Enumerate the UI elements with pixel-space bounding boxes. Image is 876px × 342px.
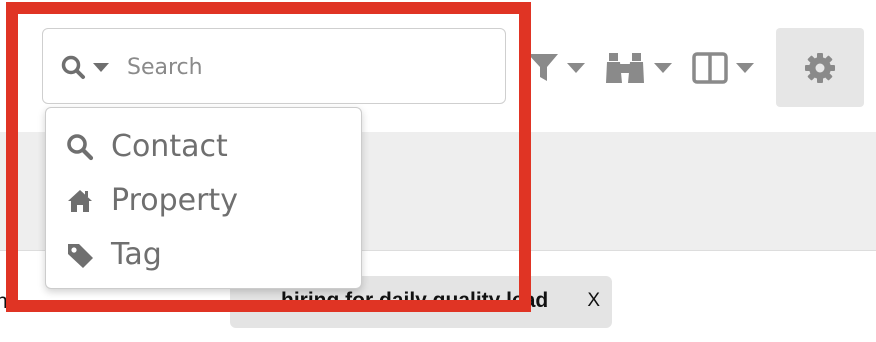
find-button[interactable] [606,50,676,86]
search-icon [61,55,109,79]
menu-item-property[interactable]: Property [46,175,361,225]
search-box [42,28,506,104]
tag-icon [66,241,96,269]
tag-chip-label: …hiring for daily quality lead [260,289,549,312]
caret-down-icon [93,63,109,72]
menu-item-label: Contact [111,129,228,164]
home-icon [66,187,96,215]
page: Contact Property Tag [0,0,876,342]
columns-icon [692,52,754,84]
search-mode-toggle[interactable] [61,55,115,81]
menu-item-contact[interactable]: Contact [46,121,361,171]
tag-chip-close-button[interactable]: X [587,290,600,312]
binoculars-icon [606,53,672,83]
gear-icon [805,53,835,83]
filter-icon [528,54,585,81]
search-input[interactable] [127,51,487,83]
menu-item-label: Property [111,183,238,218]
menu-item-tag[interactable]: Tag [46,229,361,279]
search-type-menu: Contact Property Tag [45,107,362,289]
columns-button[interactable] [692,50,758,86]
filter-button[interactable] [528,50,590,86]
menu-item-label: Tag [111,237,162,272]
search-icon [66,133,96,161]
settings-button[interactable] [776,28,864,107]
text-fragment: n [0,290,8,313]
